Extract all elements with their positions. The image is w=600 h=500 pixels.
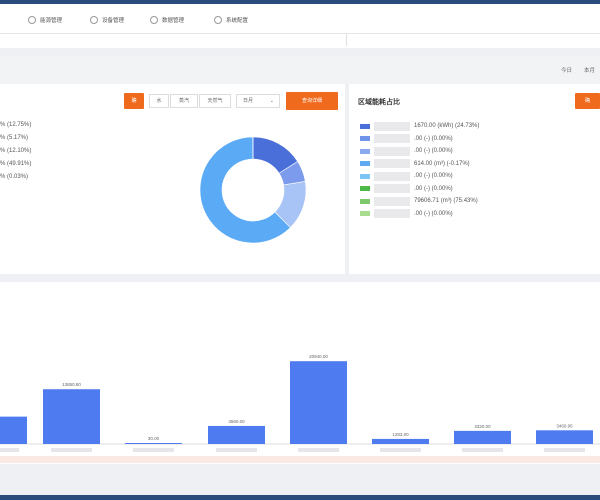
legend-item: 614.00 (m³) (-0.17%) — [360, 159, 470, 169]
legend-item: .00 (-) (0.00%) — [360, 146, 453, 156]
x-tick-label-redacted — [216, 448, 257, 452]
bar-value-label: 4560.00 — [228, 419, 245, 424]
legend-value: 614.00 (m³) (-0.17%) — [414, 160, 470, 167]
x-tick-label-redacted — [51, 448, 92, 452]
legend-line: % (0.03%) — [0, 174, 29, 180]
bar[interactable] — [372, 438, 429, 444]
legend-value: 79606.71 (m³) (75.43%) — [414, 198, 478, 204]
bar-value-label: 3460.95 — [556, 423, 573, 428]
month-link[interactable]: 本月 — [584, 66, 595, 74]
legend-item: 79606.71 (m³) (75.43%) — [360, 196, 478, 206]
bar-value-label: 20940.00 — [309, 354, 328, 359]
chevron-down-icon: ⌄ — [269, 98, 274, 104]
legend-redacted-label — [374, 121, 410, 131]
sub-header — [0, 34, 600, 48]
nav-item-label: 数据管理 — [162, 18, 185, 24]
legend-item: .00 (-) (0.00%) — [360, 184, 453, 194]
nav-item-system[interactable]: 系统配置 — [214, 13, 248, 27]
legend-line: % (5.17%) — [0, 135, 29, 141]
x-tick-label-redacted — [298, 448, 339, 452]
period-select-value: 日月 — [243, 98, 254, 104]
bar-value-label: 30.00 — [148, 436, 160, 441]
energy-donut-chart — [199, 136, 307, 244]
query-detail-button[interactable]: 查询详细 — [286, 92, 338, 110]
bottom-window-edge — [0, 495, 600, 500]
legend-value: .00 (-) (0.00%) — [414, 173, 453, 179]
tab-gas[interactable]: 天然气 — [199, 94, 231, 108]
x-tick-label-redacted — [544, 448, 585, 452]
nav-item-energy[interactable]: 能源管理 — [28, 13, 62, 27]
energy-bar-chart: 13850.80 30.00 4560.00 20940.00 1283.00 3320.… — [0, 354, 600, 452]
legend-item: .00 (-) (0.00%) — [360, 171, 453, 181]
legend-redacted-label — [374, 171, 410, 181]
legend-swatch — [360, 186, 370, 191]
period-select[interactable]: 日月 ⌄ — [236, 94, 280, 108]
scroll-highlight — [0, 456, 600, 463]
x-tick-label-redacted — [380, 448, 421, 452]
confirm-button[interactable]: 确 — [124, 93, 144, 109]
legend-swatch — [360, 136, 370, 141]
bar[interactable] — [536, 430, 593, 444]
bar[interactable] — [208, 425, 265, 444]
top-nav: 能源管理 设备管理 数据管理 系统配置 — [0, 4, 600, 34]
nav-item-label: 能源管理 — [40, 18, 63, 24]
legend-redacted-label — [374, 184, 410, 193]
legend-value: 1670.00 (kWh) (24.73%) — [414, 123, 480, 129]
legend-swatch — [360, 161, 370, 166]
legend-swatch — [360, 148, 370, 154]
legend-value: .00 (-) (0.00%) — [414, 185, 453, 192]
x-tick-label-redacted — [133, 448, 174, 452]
nav-item-data[interactable]: 数据管理 — [150, 13, 184, 27]
energy-ratio-panel: 确 水 蒸汽 天然气 日月 ⌄ 查询详细 % (12.75%) % (5.17%… — [0, 84, 345, 274]
bar[interactable] — [290, 361, 347, 444]
confirm-button[interactable]: 确 — [575, 93, 600, 109]
legend-value: .00 (-) (0.00%) — [414, 135, 453, 142]
tab-water[interactable]: 水 — [149, 94, 169, 108]
legend-redacted-label — [374, 209, 410, 218]
divider — [346, 34, 347, 46]
legend-item: .00 (-) (0.00%) — [360, 134, 453, 144]
legend-line: % (49.91%) — [0, 161, 32, 167]
data-icon — [150, 16, 158, 24]
bar-chart-panel: 13850.80 30.00 4560.00 20940.00 1283.00 3320.… — [0, 282, 600, 464]
tab-steam[interactable]: 蒸汽 — [170, 94, 198, 108]
bar[interactable] — [454, 430, 511, 444]
bar[interactable] — [125, 443, 182, 444]
legend-redacted-label — [374, 196, 410, 206]
x-tick-label-redacted — [0, 448, 19, 452]
bar-value-label: 13850.80 — [62, 382, 81, 387]
legend-swatch — [360, 198, 370, 204]
energy-icon — [28, 16, 36, 24]
bar-value-label: 3320.00 — [474, 424, 491, 429]
nav-item-label: 系统配置 — [226, 18, 249, 24]
bar[interactable] — [0, 416, 27, 444]
nav-item-label: 设备管理 — [102, 18, 125, 24]
legend-swatch — [360, 123, 370, 129]
legend-item: 1670.00 (kWh) (24.73%) — [360, 121, 479, 131]
legend-swatch — [360, 173, 370, 179]
nav-item-device[interactable]: 设备管理 — [90, 13, 124, 27]
bar[interactable] — [43, 389, 100, 444]
date-toolbar: 今日 本月 — [0, 56, 600, 84]
device-icon — [90, 16, 98, 24]
legend-item: .00 (-) (0.00%) — [360, 209, 453, 219]
legend-value: .00 (-) (0.00%) — [414, 210, 453, 217]
legend-swatch — [360, 211, 370, 216]
x-tick-label-redacted — [462, 448, 503, 452]
today-link[interactable]: 今日 — [561, 66, 572, 74]
legend-redacted-label — [374, 146, 410, 156]
legend-value: .00 (-) (0.00%) — [414, 148, 453, 154]
legend-line: % (12.10%) — [0, 148, 32, 154]
legend-redacted-label — [374, 159, 410, 168]
legend-line: % (12.75%) — [0, 122, 32, 128]
gear-icon — [214, 16, 222, 24]
bar-value-label: 1283.00 — [392, 432, 409, 437]
legend-redacted-label — [374, 134, 410, 143]
panel-title: 区域能耗占比 — [358, 99, 400, 106]
